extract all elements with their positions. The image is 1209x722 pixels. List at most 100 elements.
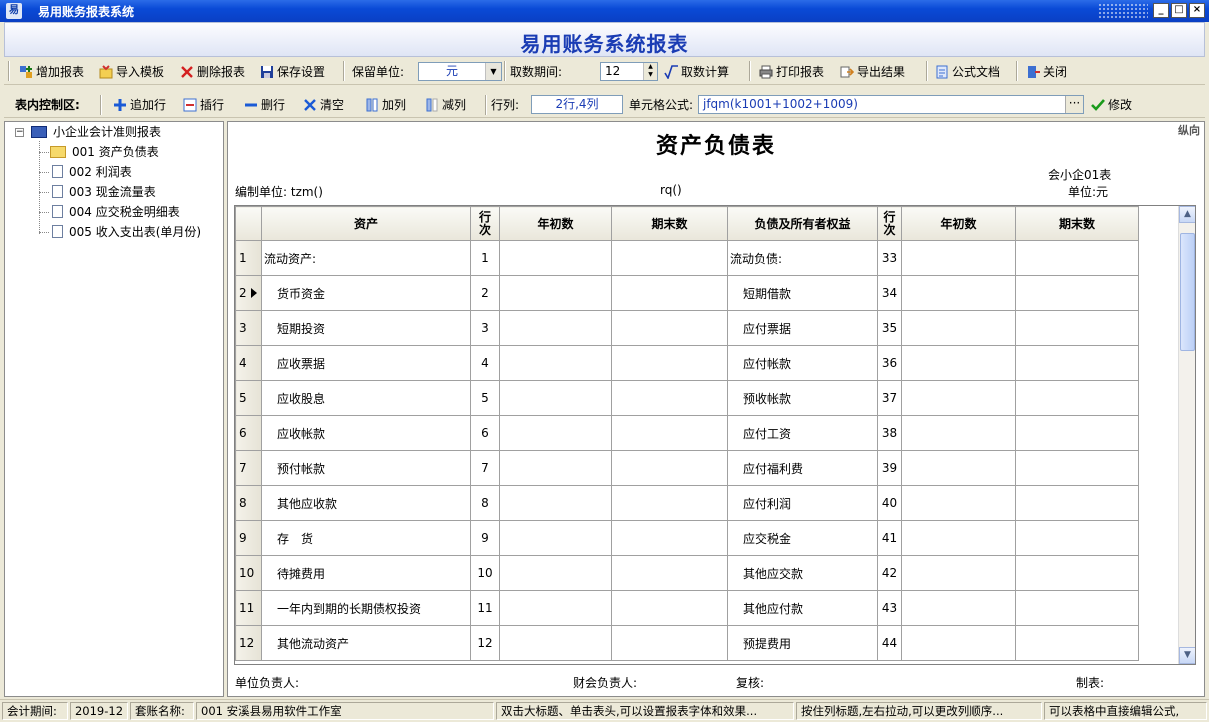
- cell-line-no2[interactable]: 33: [877, 240, 902, 276]
- table-row[interactable]: 9存 货 9 应交税金 41: [235, 520, 1139, 556]
- row-number[interactable]: 1: [235, 240, 262, 276]
- cell-end-value[interactable]: [611, 555, 728, 591]
- append-row-button[interactable]: 追加行: [113, 95, 166, 115]
- cell-begin-value2[interactable]: [901, 520, 1016, 556]
- cell-end-value2[interactable]: [1015, 590, 1139, 626]
- cell-end-value2[interactable]: [1015, 380, 1139, 416]
- row-number[interactable]: 6: [235, 415, 262, 451]
- cell-end-value2[interactable]: [1015, 625, 1139, 661]
- cell-asset-name[interactable]: 短期投资: [261, 310, 471, 346]
- row-number[interactable]: 3: [235, 310, 262, 346]
- row-number[interactable]: 8: [235, 485, 262, 521]
- cell-end-value[interactable]: [611, 625, 728, 661]
- scroll-down-icon[interactable]: ▼: [1179, 647, 1195, 664]
- table-row[interactable]: 2 货币资金 2 短期借款 34: [235, 275, 1139, 311]
- col-header-begin2[interactable]: 年初数: [901, 206, 1016, 241]
- cell-end-value[interactable]: [611, 310, 728, 346]
- table-row[interactable]: 5 应收股息 5 预收帐款 37: [235, 380, 1139, 416]
- cell-begin-value2[interactable]: [901, 275, 1016, 311]
- cell-begin-value[interactable]: [499, 275, 612, 311]
- cell-asset-name[interactable]: 预付帐款: [261, 450, 471, 486]
- cell-asset-name[interactable]: 货币资金: [261, 275, 471, 311]
- row-number[interactable]: 10: [235, 555, 262, 591]
- cell-line-no2[interactable]: 36: [877, 345, 902, 381]
- cell-begin-value[interactable]: [499, 240, 612, 276]
- chevron-down-icon[interactable]: ▼: [485, 63, 501, 80]
- cell-begin-value2[interactable]: [901, 555, 1016, 591]
- cell-line-no[interactable]: 12: [470, 625, 500, 661]
- maximize-button[interactable]: □: [1171, 3, 1187, 18]
- cell-line-no[interactable]: 11: [470, 590, 500, 626]
- row-number[interactable]: 2: [235, 275, 262, 311]
- cell-line-no2[interactable]: 41: [877, 520, 902, 556]
- col-header-line-no2[interactable]: 行次: [877, 206, 902, 241]
- cell-asset-name[interactable]: 流动资产:: [261, 240, 471, 276]
- cell-line-no[interactable]: 8: [470, 485, 500, 521]
- col-header-begin[interactable]: 年初数: [499, 206, 612, 241]
- cell-end-value2[interactable]: [1015, 485, 1139, 521]
- cell-line-no2[interactable]: 40: [877, 485, 902, 521]
- scrollbar-thumb[interactable]: [1180, 233, 1195, 351]
- cell-line-no2[interactable]: 37: [877, 380, 902, 416]
- formula-doc-button[interactable]: 公式文档: [935, 62, 1000, 82]
- table-row[interactable]: 4 应收票据 4 应付帐款 36: [235, 345, 1139, 381]
- cell-begin-value2[interactable]: [901, 310, 1016, 346]
- period-value[interactable]: 12: [601, 63, 641, 80]
- table-row[interactable]: 6 应收帐款 6 应付工资 38: [235, 415, 1139, 451]
- cell-liability-name[interactable]: 应付帐款: [727, 345, 878, 381]
- tree-item-tax-detail[interactable]: 004 应交税金明细表: [52, 203, 180, 221]
- vertical-scrollbar[interactable]: ▲ ▼: [1178, 206, 1195, 664]
- cell-end-value2[interactable]: [1015, 240, 1139, 276]
- cell-end-value[interactable]: [611, 380, 728, 416]
- tree-item-income-expense[interactable]: 005 收入支出表(单月份): [52, 223, 201, 241]
- col-header-end[interactable]: 期末数: [611, 206, 728, 241]
- table-row[interactable]: 11 一年内到期的长期债权投资 11 其他应付款 43: [235, 590, 1139, 626]
- cell-end-value2[interactable]: [1015, 520, 1139, 556]
- table-row[interactable]: 8 其他应收款 8 应付利润 40: [235, 485, 1139, 521]
- cell-begin-value2[interactable]: [901, 380, 1016, 416]
- cell-line-no2[interactable]: 38: [877, 415, 902, 451]
- scroll-up-icon[interactable]: ▲: [1179, 206, 1195, 223]
- minimize-button[interactable]: _: [1153, 3, 1169, 18]
- cell-line-no[interactable]: 4: [470, 345, 500, 381]
- col-header-line-no[interactable]: 行次: [470, 206, 500, 241]
- cell-end-value2[interactable]: [1015, 275, 1139, 311]
- cell-end-value[interactable]: [611, 520, 728, 556]
- cell-line-no2[interactable]: 39: [877, 450, 902, 486]
- close-window-button[interactable]: ×: [1189, 3, 1205, 18]
- cell-begin-value[interactable]: [499, 555, 612, 591]
- cell-line-no2[interactable]: 35: [877, 310, 902, 346]
- cell-line-no[interactable]: 1: [470, 240, 500, 276]
- clear-button[interactable]: 清空: [303, 95, 344, 115]
- cell-end-value[interactable]: [611, 450, 728, 486]
- insert-row-button[interactable]: 插行: [183, 95, 224, 115]
- cell-line-no2[interactable]: 44: [877, 625, 902, 661]
- cell-begin-value[interactable]: [499, 590, 612, 626]
- cell-asset-name[interactable]: 一年内到期的长期债权投资: [261, 590, 471, 626]
- tree-item-cash-flow[interactable]: 003 现金流量表: [52, 183, 156, 201]
- tree-root[interactable]: 小企业会计准则报表: [31, 123, 161, 141]
- print-report-button[interactable]: 打印报表: [759, 62, 824, 82]
- cell-liability-name[interactable]: 流动负债:: [727, 240, 878, 276]
- row-number[interactable]: 7: [235, 450, 262, 486]
- cell-liability-name[interactable]: 应付工资: [727, 415, 878, 451]
- cell-asset-name[interactable]: 应收票据: [261, 345, 471, 381]
- cell-liability-name[interactable]: 预提费用: [727, 625, 878, 661]
- cell-asset-name[interactable]: 应收股息: [261, 380, 471, 416]
- row-number[interactable]: 5: [235, 380, 262, 416]
- cell-end-value2[interactable]: [1015, 450, 1139, 486]
- row-number[interactable]: 9: [235, 520, 262, 556]
- cell-line-no[interactable]: 7: [470, 450, 500, 486]
- cell-line-no[interactable]: 10: [470, 555, 500, 591]
- tree-item-balance-sheet[interactable]: 001 资产负债表: [50, 143, 159, 161]
- cell-begin-value[interactable]: [499, 520, 612, 556]
- save-settings-button[interactable]: 保存设置: [260, 62, 325, 82]
- table-row[interactable]: 10 待摊费用 10 其他应交款 42: [235, 555, 1139, 591]
- export-result-button[interactable]: 导出结果: [840, 62, 905, 82]
- row-number[interactable]: 12: [235, 625, 262, 661]
- row-number[interactable]: 11: [235, 590, 262, 626]
- cell-begin-value[interactable]: [499, 450, 612, 486]
- cell-end-value2[interactable]: [1015, 310, 1139, 346]
- period-spin-buttons[interactable]: ▲ ▼: [643, 63, 657, 80]
- cell-asset-name[interactable]: 应收帐款: [261, 415, 471, 451]
